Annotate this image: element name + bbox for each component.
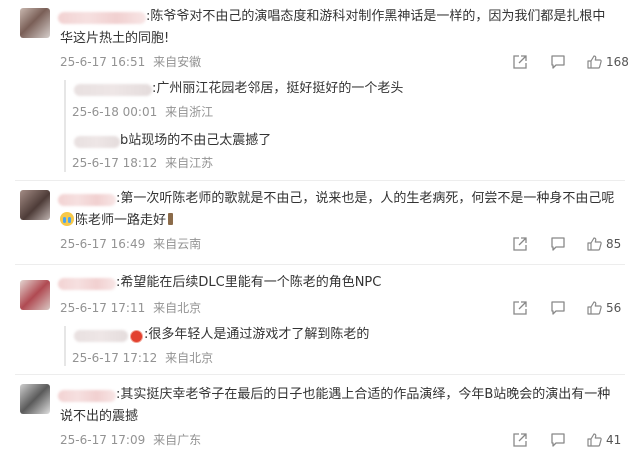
comment-actions: 85 — [512, 236, 632, 254]
comment-meta: 25-6-17 17:11 来自北京 — [60, 300, 201, 316]
candle-icon — [168, 213, 174, 225]
avatar[interactable] — [20, 8, 50, 38]
username-blurred[interactable] — [58, 278, 116, 290]
reply-meta: 25-6-18 00:01 来自浙江 — [72, 104, 213, 120]
reply-text: b站现场的不由己太震撼了 — [120, 133, 272, 148]
comment-text: 说不出的震撼 — [60, 409, 139, 424]
divider — [15, 264, 625, 265]
comment-text: :陈爷爷对不由己的演唱态度和游科对制作黑神话是一样的，因为我们都是扎根中 — [146, 9, 606, 24]
comment-text: 华这片热土的同胞! — [60, 31, 170, 46]
avatar[interactable] — [20, 280, 50, 310]
reply-text: :很多年轻人是通过游戏才了解到陈老的 — [144, 327, 370, 342]
reply-meta: 25-6-17 17:12 来自北京 — [72, 350, 213, 366]
share-icon[interactable] — [512, 54, 528, 70]
avatar[interactable] — [20, 190, 50, 220]
reply-meta: 25-6-17 18:12 来自江苏 — [72, 155, 213, 171]
comment-meta: 25-6-17 16:49 来自云南 — [60, 236, 201, 252]
reply-location: 来自浙江 — [165, 105, 214, 119]
reply-location: 来自北京 — [165, 351, 214, 365]
comment-actions: 56 — [512, 300, 632, 318]
comment-time: 25-6-17 17:11 — [60, 301, 146, 315]
share-icon[interactable] — [512, 236, 528, 252]
avatar[interactable] — [20, 384, 50, 414]
comment-icon[interactable] — [550, 432, 566, 448]
thumbs-up-icon[interactable] — [586, 54, 602, 70]
username-blurred[interactable] — [58, 390, 116, 402]
reply-location: 来自江苏 — [165, 156, 214, 170]
comment-time: 25-6-17 16:51 — [60, 55, 146, 69]
thumbs-up-icon[interactable] — [586, 300, 602, 316]
like-count: 41 — [606, 433, 622, 447]
comment-text: 陈老师一路走好 — [75, 213, 167, 228]
comment-actions: 41 — [512, 432, 632, 450]
comment-location: 来自北京 — [153, 301, 202, 315]
reply-username-blurred[interactable] — [74, 330, 128, 342]
comment-text: :希望能在后续DLC里能有一个陈老的角色NPC — [116, 275, 382, 290]
reply-thread-line — [64, 80, 66, 172]
comment-location: 来自广东 — [153, 433, 202, 447]
share-icon[interactable] — [512, 300, 528, 316]
comment-time: 25-6-17 17:09 — [60, 433, 146, 447]
thumbs-up-icon[interactable] — [586, 432, 602, 448]
like-count: 168 — [606, 55, 629, 69]
share-icon[interactable] — [512, 432, 528, 448]
reply-thread-line — [64, 326, 66, 366]
like-count: 85 — [606, 237, 622, 251]
divider — [15, 180, 625, 181]
comment-meta: 25-6-17 16:51 来自安徽 — [60, 54, 201, 70]
like-count: 56 — [606, 301, 622, 315]
thumbs-up-icon[interactable] — [586, 236, 602, 252]
reply-time: 25-6-17 18:12 — [72, 156, 158, 170]
comment-text: :其实挺庆幸老爷子在最后的日子也能遇上合适的作品演绎，今年B站晚会的演出有一种 — [116, 387, 611, 402]
reply-username-blurred[interactable] — [74, 84, 152, 96]
comment-meta: 25-6-17 17:09 来自广东 — [60, 432, 201, 448]
comment-time: 25-6-17 16:49 — [60, 237, 146, 251]
crying-emoji-icon — [60, 212, 74, 226]
comment-text: :第一次听陈老师的歌就是不由己，说来也是，人的生老病死，何尝不是一种身不由己呢 — [116, 191, 615, 206]
comment-text-line2: 陈老师一路走好 — [60, 210, 174, 231]
comment-location: 来自云南 — [153, 237, 202, 251]
reply-time: 25-6-18 00:01 — [72, 105, 158, 119]
reply-username-blurred[interactable] — [74, 136, 120, 148]
username-blurred[interactable] — [58, 12, 146, 24]
comment-icon[interactable] — [550, 236, 566, 252]
reply-text: :广州丽江花园老邻居，挺好挺好的一个老头 — [152, 81, 404, 96]
comment-icon[interactable] — [550, 300, 566, 316]
reply-time: 25-6-17 17:12 — [72, 351, 158, 365]
comment-location: 来自安徽 — [153, 55, 202, 69]
divider — [15, 374, 625, 375]
comment-actions: 168 — [512, 54, 632, 72]
comment-icon[interactable] — [550, 54, 566, 70]
verified-badge-icon — [130, 330, 143, 343]
username-blurred[interactable] — [58, 194, 116, 206]
